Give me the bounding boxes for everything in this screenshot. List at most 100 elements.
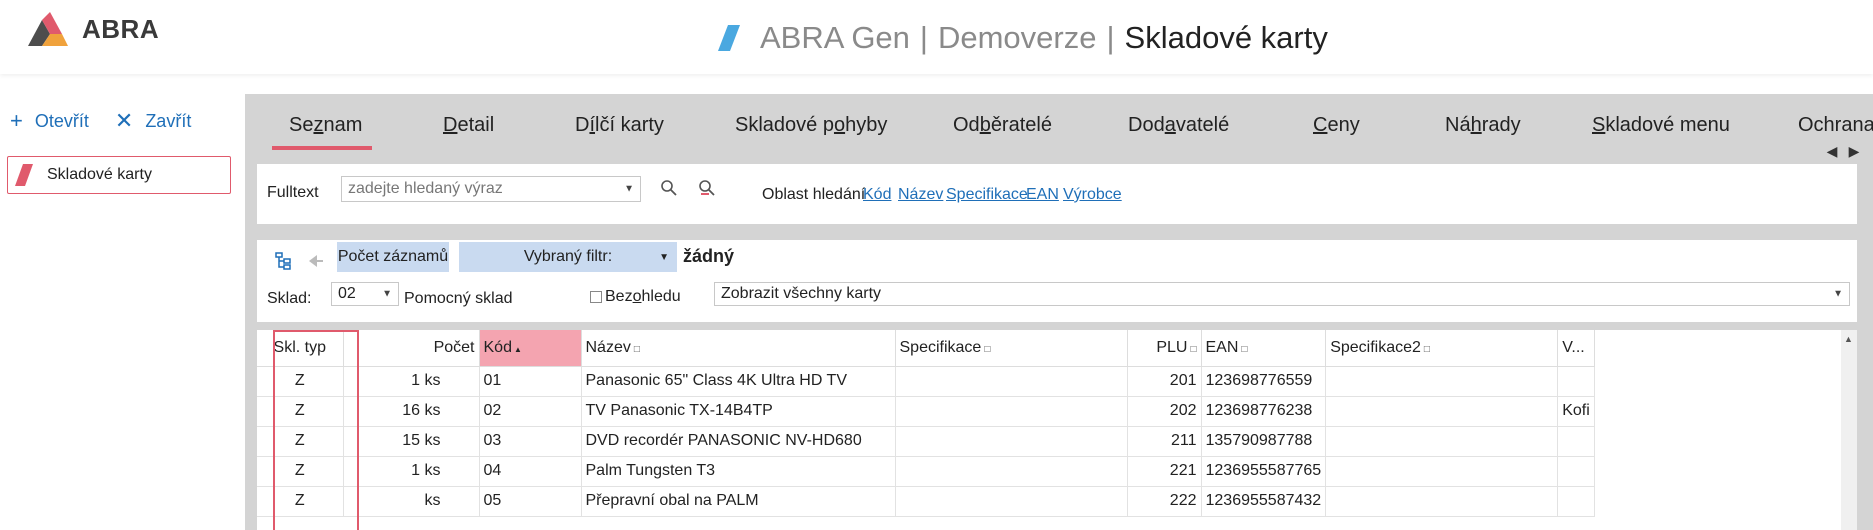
cell-kod: 03 bbox=[479, 426, 582, 457]
dropdown-arrow-icon[interactable]: ▼ bbox=[624, 184, 634, 195]
selected-filter-label: Vybraný filtr: bbox=[523, 248, 613, 265]
cell-plu: 211 bbox=[1127, 426, 1202, 457]
show-cards-value: Zobrazit všechny karty bbox=[721, 285, 882, 302]
col-header-v[interactable]: V... bbox=[1557, 330, 1595, 367]
table-row[interactable]: Z 16 ks 02 TV Panasonic TX-14B4TP 202 12… bbox=[257, 396, 1595, 427]
open-document-label: Skladové karty bbox=[47, 166, 152, 183]
count-records-button[interactable]: Počet záznamů bbox=[337, 242, 449, 272]
cell-pocet: 1 ks bbox=[343, 456, 480, 487]
cell-v bbox=[1557, 456, 1595, 487]
tab-skladove-pohyby[interactable]: Skladové pohyby bbox=[735, 114, 887, 137]
tab-nahrady[interactable]: Náhrady bbox=[1445, 114, 1521, 137]
col-header-specifikace2[interactable]: Specifikace2 □ bbox=[1325, 330, 1559, 367]
oblast-link-nazev[interactable]: Název bbox=[898, 186, 943, 204]
table-row[interactable]: Z 1 ks 04 Palm Tungsten T3 221 123695558… bbox=[257, 456, 1595, 487]
cell-pocet: 1 ks bbox=[343, 366, 480, 397]
filter-panel: Počet záznamů Vybraný filtr: ▼ žádný Skl… bbox=[257, 240, 1857, 322]
fulltext-input[interactable]: zadejte hledaný výraz ▼ bbox=[341, 176, 641, 202]
cell-nazev: Palm Tungsten T3 bbox=[581, 456, 896, 487]
tab-scroll: ◀ ▶ bbox=[1821, 140, 1865, 162]
tab-scroll-left-icon[interactable]: ◀ bbox=[1821, 140, 1843, 162]
column-filter-icon: □ bbox=[984, 343, 991, 355]
column-filter-icon: □ bbox=[1190, 343, 1197, 355]
show-cards-dropdown-arrow-icon: ▼ bbox=[1833, 288, 1843, 300]
show-cards-select[interactable]: Zobrazit všechny karty ▼ bbox=[714, 282, 1850, 306]
cell-nazev: TV Panasonic TX-14B4TP bbox=[581, 396, 896, 427]
fulltext-label: Fulltext bbox=[267, 184, 319, 201]
cell-skl-typ: Z bbox=[257, 456, 344, 487]
cell-v bbox=[1557, 366, 1595, 397]
col-header-skl-typ[interactable]: Skl. typ bbox=[257, 330, 344, 367]
tab-ceny[interactable]: Ceny bbox=[1313, 114, 1360, 137]
col-header-pocet[interactable]: Počet bbox=[343, 330, 480, 367]
tab-dodavatele[interactable]: Dodavatelé bbox=[1128, 114, 1229, 137]
cell-skl-typ: Z bbox=[257, 486, 344, 517]
sklad-select[interactable]: 02 ▼ bbox=[331, 282, 399, 306]
tab-ochrana[interactable]: Ochrana bbox=[1798, 114, 1873, 137]
col-header-nazev[interactable]: Název □ bbox=[581, 330, 896, 367]
abra-logo[interactable]: ABRA bbox=[28, 12, 159, 46]
title-separator: | bbox=[919, 20, 928, 55]
abra-logo-icon bbox=[28, 12, 68, 46]
cell-specifikace2 bbox=[1325, 486, 1559, 517]
close-label: Zavřít bbox=[145, 110, 192, 131]
oblast-link-ean[interactable]: EAN bbox=[1026, 186, 1059, 204]
tree-view-icon[interactable] bbox=[273, 249, 297, 273]
cell-plu: 221 bbox=[1127, 456, 1202, 487]
col-header-specifikace[interactable]: Specifikace □ bbox=[895, 330, 1128, 367]
tab-odberatele[interactable]: Odběratelé bbox=[953, 114, 1052, 137]
cell-pocet: 15 ks bbox=[343, 426, 480, 457]
cell-specifikace2 bbox=[1325, 396, 1559, 427]
tab-skladove-menu[interactable]: Skladové menu bbox=[1592, 114, 1730, 137]
cell-v bbox=[1557, 486, 1595, 517]
title-separator-2: | bbox=[1106, 20, 1115, 55]
oblast-link-specifikace[interactable]: Specifikace bbox=[946, 186, 1028, 204]
grid-header-row: Skl. typ Počet Kód ▲ Název □ Specifikace □ … bbox=[257, 330, 1595, 367]
cell-kod: 05 bbox=[479, 486, 582, 517]
table-row[interactable]: Z 1 ks 01 Panasonic 65" Class 4K Ultra H… bbox=[257, 366, 1595, 397]
close-button[interactable]: ✕ Zavřít bbox=[115, 110, 191, 132]
open-button[interactable]: + Otevřít bbox=[10, 110, 89, 132]
table-row[interactable]: Z 15 ks 03 DVD recordér PANASONIC NV-HD6… bbox=[257, 426, 1595, 457]
left-actions: + Otevřít ✕ Zavřít bbox=[10, 110, 217, 132]
cell-ean: 135790987788 bbox=[1201, 426, 1327, 457]
cell-specifikace2 bbox=[1325, 426, 1559, 457]
tab-scroll-right-icon[interactable]: ▶ bbox=[1843, 140, 1865, 162]
close-icon: ✕ bbox=[114, 108, 134, 133]
cell-ean: 123698776559 bbox=[1201, 366, 1327, 397]
tab-dilci-karty[interactable]: Dílčí karty bbox=[575, 114, 664, 137]
sklad-name: Pomocný sklad bbox=[404, 290, 513, 307]
bez-ohledu-checkbox[interactable]: Bez o hledu bbox=[590, 288, 681, 306]
search-panel: Fulltext zadejte hledaný výraz ▼ Oblast … bbox=[257, 164, 1857, 224]
clear-search-icon[interactable] bbox=[695, 176, 719, 200]
col-header-ean[interactable]: EAN □ bbox=[1201, 330, 1327, 367]
cell-ean: 1236955587765 bbox=[1201, 456, 1327, 487]
cell-nazev: Přepravní obal na PALM bbox=[581, 486, 896, 517]
cell-specifikace bbox=[895, 396, 1128, 427]
grid-vertical-scrollbar[interactable]: ▲ bbox=[1841, 330, 1857, 530]
open-document-skladove-karty[interactable]: Skladové karty bbox=[7, 156, 231, 194]
selected-filter-dropdown[interactable]: Vybraný filtr: ▼ bbox=[459, 242, 677, 272]
data-grid: Skl. typ Počet Kód ▲ Název □ Specifikace □ … bbox=[257, 330, 1857, 530]
scroll-up-icon[interactable]: ▲ bbox=[1844, 334, 1853, 344]
col-header-kod[interactable]: Kód ▲ bbox=[479, 330, 582, 367]
search-icon[interactable] bbox=[657, 176, 681, 200]
cell-ean: 1236955587432 bbox=[1201, 486, 1327, 517]
tab-detail[interactable]: Detail bbox=[443, 114, 494, 137]
checkbox-box bbox=[590, 291, 602, 303]
col-header-plu[interactable]: PLU □ bbox=[1127, 330, 1202, 367]
oblast-link-vyrobce[interactable]: Výrobce bbox=[1063, 186, 1122, 204]
sklad-value: 02 bbox=[338, 285, 356, 302]
table-row[interactable]: Z ks 05 Přepravní obal na PALM 222 12369… bbox=[257, 486, 1595, 517]
pin-icon[interactable] bbox=[303, 249, 327, 273]
cell-pocet: ks bbox=[343, 486, 480, 517]
page-title: ABRA Gen | Demoverze | Skladové karty bbox=[718, 16, 1328, 60]
main-area: Seznam Detail Dílčí karty Skladové pohyb… bbox=[245, 94, 1873, 530]
sklad-dropdown-arrow-icon: ▼ bbox=[382, 288, 392, 300]
plus-icon: + bbox=[10, 108, 23, 133]
title-page: Skladové karty bbox=[1124, 20, 1328, 55]
oblast-link-kod[interactable]: Kód bbox=[863, 186, 891, 204]
tab-seznam[interactable]: Seznam bbox=[289, 114, 362, 137]
cell-specifikace2 bbox=[1325, 456, 1559, 487]
open-label: Otevřít bbox=[34, 110, 89, 131]
